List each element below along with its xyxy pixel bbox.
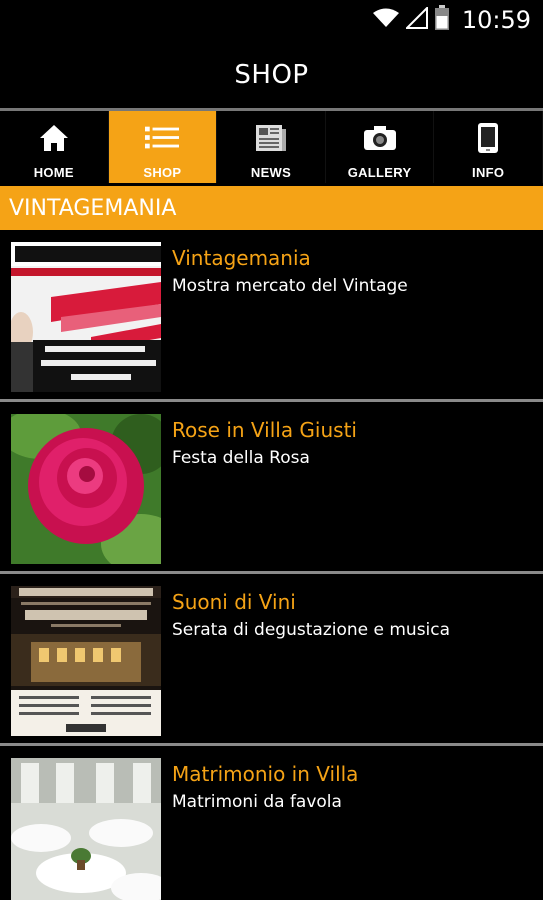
action-bar: SHOP [0,40,543,110]
item-subtitle: Matrimoni da favola [172,792,342,812]
list-icon [145,121,180,155]
item-subtitle: Serata di degustazione e musica [172,620,451,640]
list-item[interactable]: Rose in Villa Giusti Festa della Rosa [0,402,543,574]
tab-label: SHOP [143,165,182,180]
list-item[interactable]: Vintagemania Mostra mercato del Vintage [0,230,543,402]
list-item[interactable]: Matrimonio in Villa Matrimoni da favola [0,746,543,900]
camera-icon [363,121,397,155]
home-icon [37,121,71,155]
section-title: VINTAGEMANIA [9,195,177,221]
clock: 10:59 [461,6,531,34]
wifi-icon [372,7,400,34]
tab-label: NEWS [250,165,292,180]
signal-icon [404,5,428,34]
status-bar: 10:59 [0,0,543,40]
item-subtitle: Festa della Rosa [172,448,310,468]
page-title: SHOP [234,60,309,90]
pink-rose-thumbnail [11,414,161,564]
tab-shop[interactable]: SHOP [108,111,218,183]
tab-label: GALLERY [347,165,412,180]
tab-info[interactable]: INFO [434,111,543,183]
villa-night-poster-thumbnail [11,586,161,736]
section-header: VINTAGEMANIA [0,186,543,230]
item-title: Matrimonio in Villa [172,762,359,786]
shop-list: Vintagemania Mostra mercato del Vintage … [0,230,543,900]
tab-label: HOME [33,165,74,180]
newspaper-icon [254,121,288,155]
banquet-hall-thumbnail [11,758,161,900]
tab-gallery[interactable]: GALLERY [326,111,435,183]
item-title: Suoni di Vini [172,590,296,614]
status-icons: 10:59 [372,4,531,36]
tab-bar: HOME SHOP NEWS GALLERY INFO [0,111,543,183]
battery-icon [434,4,450,36]
vintagemania-poster-thumbnail [11,242,161,392]
tab-home[interactable]: HOME [0,111,109,183]
item-title: Vintagemania [172,246,311,270]
tab-label: INFO [472,165,505,180]
list-item[interactable]: Suoni di Vini Serata di degustazione e m… [0,574,543,746]
item-title: Rose in Villa Giusti [172,418,357,442]
phone-icon [471,121,505,155]
tab-news[interactable]: NEWS [217,111,326,183]
item-subtitle: Mostra mercato del Vintage [172,276,408,296]
